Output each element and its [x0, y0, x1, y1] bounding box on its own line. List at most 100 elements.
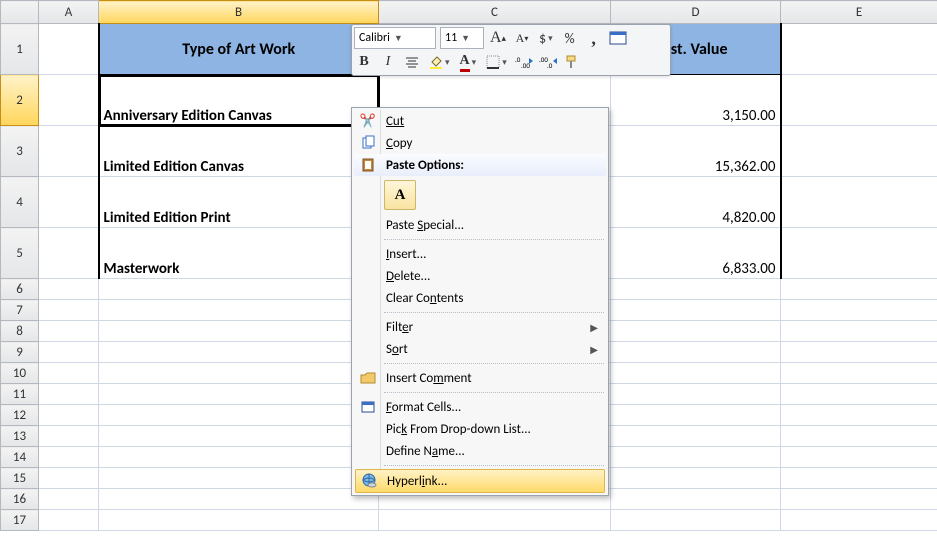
row-header-16[interactable]: 16 [1, 489, 39, 510]
cell-D4[interactable]: 4,820.00 [611, 177, 781, 228]
row-header-13[interactable]: 13 [1, 426, 39, 447]
col-header-E[interactable]: E [781, 1, 937, 24]
cell-B5[interactable]: Masterwork [99, 228, 379, 279]
cell-E2[interactable] [781, 75, 937, 126]
cell-D5[interactable]: 6,833.00 [611, 228, 781, 279]
align-center-icon [405, 56, 419, 68]
shrink-font-button[interactable]: A▾ [512, 28, 532, 48]
row-header-6[interactable]: 6 [1, 279, 39, 300]
row-header-11[interactable]: 11 [1, 384, 39, 405]
font-name-label: Calibri [359, 31, 390, 45]
cell-E4[interactable] [781, 177, 937, 228]
decrease-decimal-button[interactable]: .00.0 [538, 52, 558, 72]
row-header-5[interactable]: 5 [1, 228, 39, 279]
menu-separator [384, 239, 604, 240]
cell-A1[interactable] [39, 24, 99, 75]
menu-separator [384, 465, 604, 466]
row-header-8[interactable]: 8 [1, 321, 39, 342]
menu-item-clear-contents[interactable]: Clear Contents [354, 287, 606, 309]
cell-A2[interactable] [39, 75, 99, 126]
paintbrush-icon [564, 55, 580, 69]
font-color-button[interactable]: A ▾ [457, 52, 480, 72]
cell-E1[interactable] [781, 24, 937, 75]
borders-button[interactable]: ▾ [483, 52, 510, 72]
cell-D2[interactable]: 3,150.00 [611, 75, 781, 126]
borders-icon [486, 55, 500, 69]
font-size-label: 11 [445, 31, 457, 45]
folder-icon [356, 371, 380, 385]
menu-item-sort[interactable]: Sort ▶ [354, 338, 606, 360]
row-header-12[interactable]: 12 [1, 405, 39, 426]
cell-E3[interactable] [781, 126, 937, 177]
menu-item-insert-comment[interactable]: Insert Comment [354, 367, 606, 389]
currency-button[interactable]: $▾ [536, 28, 556, 48]
cell-B2[interactable]: Anniversary Edition Canvas [99, 75, 379, 126]
menu-item-copy[interactable]: Copy [354, 132, 606, 154]
chevron-right-icon: ▶ [590, 321, 600, 334]
menu-item-delete[interactable]: Delete... [354, 265, 606, 287]
bold-button[interactable]: B [354, 52, 374, 72]
cell-B1[interactable]: Type of Art Work [99, 24, 379, 75]
context-menu: ✂️ Cut Copy Paste Options: A Paste Speci… [351, 107, 609, 496]
menu-item-filter[interactable]: Filter ▶ [354, 316, 606, 338]
comma-style-button[interactable]: , [584, 28, 604, 48]
cell-D3[interactable]: 15,362.00 [611, 126, 781, 177]
italic-button[interactable]: I [378, 52, 398, 72]
row-header-7[interactable]: 7 [1, 300, 39, 321]
decrease-decimal-icon: .00.0 [539, 55, 557, 69]
row-header-2[interactable]: 2 [1, 75, 39, 126]
menu-item-cut[interactable]: ✂️ Cut [354, 110, 606, 132]
format-cells-icon [356, 400, 380, 414]
row-header-17[interactable]: 17 [1, 510, 39, 531]
center-align-button[interactable] [402, 52, 422, 72]
clipboard-icon [356, 157, 380, 173]
mini-toolbar: Calibri ▼ 11 ▼ A▴ A▾ $▾ % , B I ▾ A ▾ [351, 24, 671, 76]
cell-B3[interactable]: Limited Edition Canvas [99, 126, 379, 177]
col-header-A[interactable]: A [39, 1, 99, 24]
cell-E5[interactable] [781, 228, 937, 279]
format-painter-button[interactable] [562, 52, 582, 72]
font-name-select[interactable]: Calibri ▼ [354, 27, 436, 49]
increase-decimal-button[interactable]: .0.00 [514, 52, 534, 72]
row-header-1[interactable]: 1 [1, 24, 39, 75]
svg-text:.00: .00 [521, 61, 530, 69]
svg-text:.0: .0 [547, 61, 553, 69]
font-size-select[interactable]: 11 ▼ [440, 27, 484, 49]
format-cells-button[interactable] [608, 28, 628, 48]
globe-icon [357, 473, 381, 489]
format-cells-icon [609, 31, 627, 45]
grow-font-button[interactable]: A▴ [488, 28, 508, 48]
col-header-D[interactable]: D [611, 1, 781, 24]
menu-item-hyperlink[interactable]: Hyperlink... [355, 469, 605, 493]
menu-separator [384, 392, 604, 393]
chevron-right-icon: ▶ [590, 343, 600, 356]
row-header-15[interactable]: 15 [1, 468, 39, 489]
fill-color-button[interactable]: ▾ [426, 52, 453, 72]
cell-A4[interactable] [39, 177, 99, 228]
menu-separator [384, 312, 604, 313]
row-header-3[interactable]: 3 [1, 126, 39, 177]
row-header-9[interactable]: 9 [1, 342, 39, 363]
row-header-4[interactable]: 4 [1, 177, 39, 228]
scissors-icon: ✂️ [356, 114, 380, 129]
menu-item-pick-dropdown[interactable]: Pick From Drop-down List... [354, 418, 606, 440]
col-header-C[interactable]: C [379, 1, 611, 24]
menu-item-paste-options: Paste Options: [354, 154, 606, 176]
menu-separator [384, 363, 604, 364]
menu-item-define-name[interactable]: Define Name... [354, 440, 606, 462]
paste-option-values[interactable]: A [384, 180, 416, 210]
select-all-corner[interactable] [1, 1, 39, 24]
percent-button[interactable]: % [560, 28, 580, 48]
paste-options-block: A [354, 176, 606, 214]
svg-text:.0: .0 [515, 55, 521, 64]
menu-item-paste-special[interactable]: Paste Special... [354, 214, 606, 236]
cell-A3[interactable] [39, 126, 99, 177]
paint-bucket-icon [429, 55, 443, 69]
cell-B4[interactable]: Limited Edition Print [99, 177, 379, 228]
cell-A5[interactable] [39, 228, 99, 279]
row-header-14[interactable]: 14 [1, 447, 39, 468]
menu-item-format-cells[interactable]: Format Cells... [354, 396, 606, 418]
col-header-B[interactable]: B [99, 1, 379, 24]
menu-item-insert[interactable]: Insert... [354, 243, 606, 265]
row-header-10[interactable]: 10 [1, 363, 39, 384]
